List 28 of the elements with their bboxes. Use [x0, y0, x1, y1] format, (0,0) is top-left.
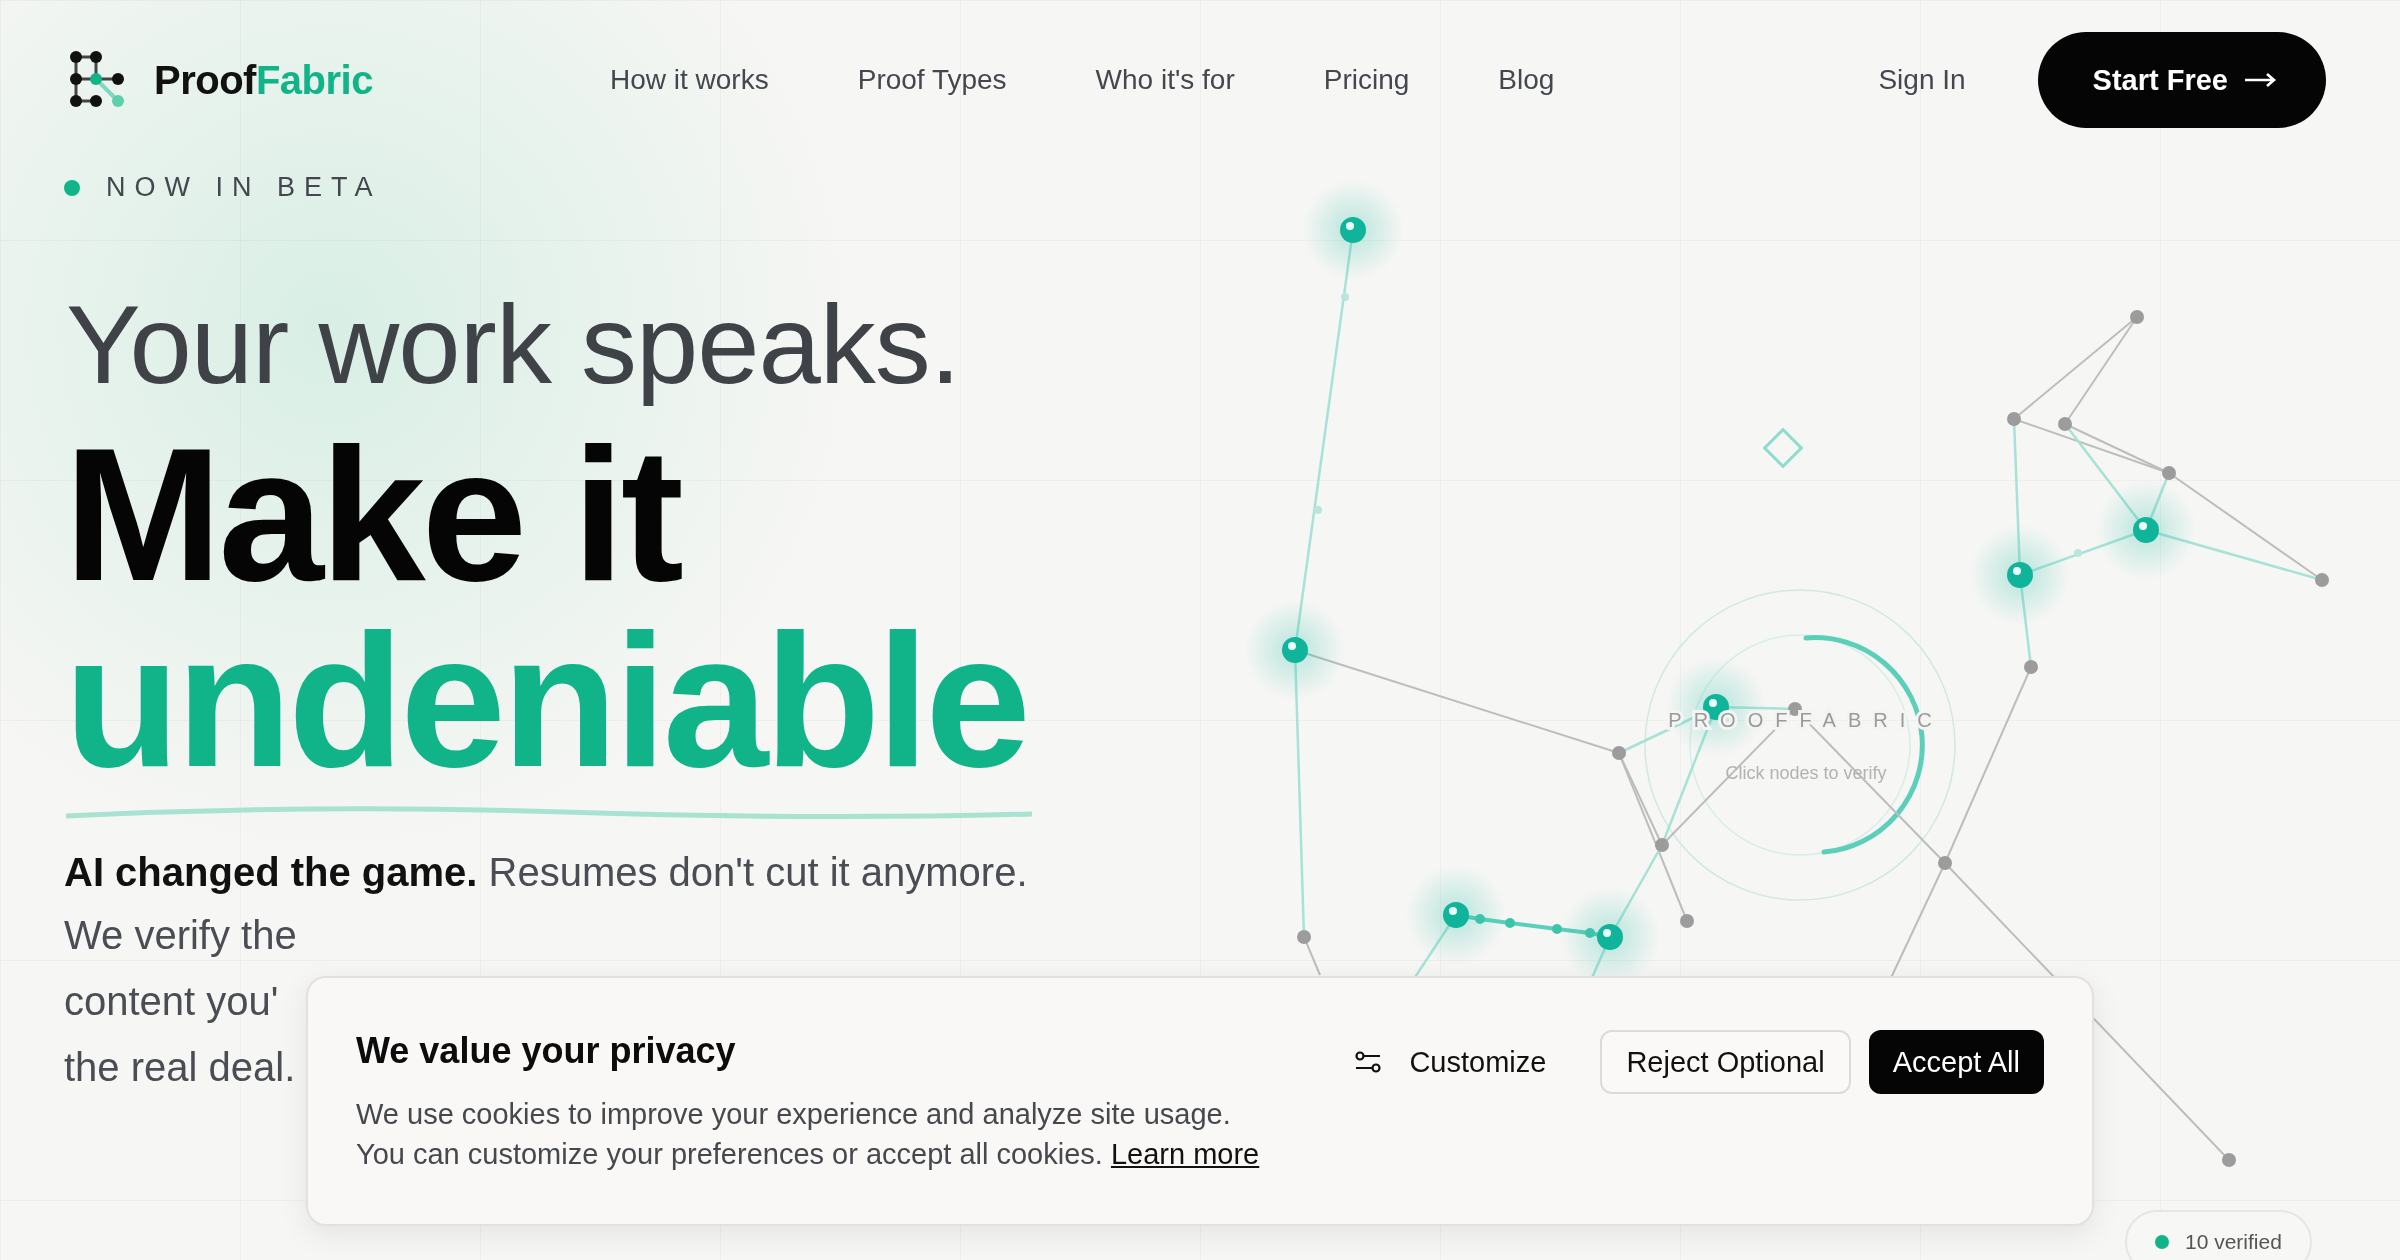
- learn-more-link[interactable]: Learn more: [1110, 1138, 1260, 1170]
- nav-link[interactable]: Proof Types: [857, 64, 1007, 96]
- accept-all-button[interactable]: Accept All: [1868, 1030, 2044, 1094]
- banner-text: We use cookies to improve your experience and analyze site usage.: [356, 1097, 1232, 1132]
- reject-optional-button[interactable]: Reject Optional: [1600, 1030, 1851, 1094]
- network-hint: Click nodes to verify: [1725, 763, 1887, 783]
- status-dot: [2155, 1235, 2169, 1249]
- intro-line: the real deal.: [64, 1044, 296, 1091]
- sliders-icon: [1355, 1050, 1382, 1074]
- banner-title: We value your privacy: [356, 1030, 737, 1072]
- intro-line: We verify the: [64, 912, 297, 959]
- headline-subtitle: Your work speaks.: [66, 281, 961, 409]
- status-dot: [64, 179, 80, 196]
- intro-text: AI changed the game. Resumes don't cut it anymore.: [64, 850, 1028, 895]
- banner-text: You can customize your preferences or accept all cookies.: [356, 1138, 1103, 1170]
- nav-link[interactable]: Blog: [1498, 64, 1555, 96]
- nav-link[interactable]: Who it's for: [1095, 64, 1235, 96]
- logo-icon: [70, 51, 126, 109]
- sign-in-link[interactable]: Sign In: [1878, 64, 1966, 96]
- logo-wordmark[interactable]: ProofFabric: [154, 57, 373, 103]
- start-free-button[interactable]: Start Free: [2037, 32, 2326, 128]
- verified-count: 10 verified: [2185, 1230, 2282, 1254]
- nav-link[interactable]: How it works: [610, 64, 769, 96]
- arrow-right-icon: [2244, 72, 2276, 88]
- beta-label: NOW IN BETA: [106, 172, 382, 203]
- intro-line: content you': [64, 978, 279, 1025]
- customize-button[interactable]: Customize: [1331, 1030, 1571, 1094]
- nav-link[interactable]: Pricing: [1323, 64, 1410, 96]
